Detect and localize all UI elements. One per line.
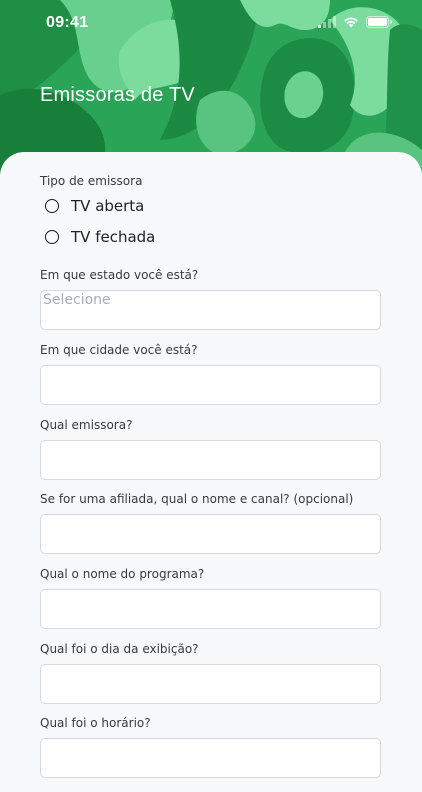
- radio-circle-icon[interactable]: [45, 230, 59, 244]
- broadcast-time-input[interactable]: [40, 738, 381, 778]
- city-label: Em que cidade você está?: [40, 343, 198, 357]
- program-name-input[interactable]: [40, 589, 381, 629]
- state-label: Em que estado você está?: [40, 268, 199, 282]
- state-select[interactable]: Selecione: [40, 290, 381, 330]
- header-banner: 09:41 Emissoras de TV: [0, 0, 422, 175]
- program-name-label: Qual o nome do programa?: [40, 567, 205, 581]
- status-icons: [318, 16, 392, 28]
- affiliate-label: Se for uma afiliada, qual o nome e canal…: [40, 492, 354, 506]
- broadcaster-type-label: Tipo de emissora: [40, 174, 143, 188]
- radio-tv-aberta[interactable]: TV aberta: [45, 197, 144, 215]
- cellular-signal-icon: [318, 16, 336, 28]
- broadcaster-label: Qual emissora?: [40, 418, 133, 432]
- broadcast-day-label: Qual foi o dia da exibição?: [40, 642, 199, 656]
- state-select-placeholder: Selecione: [43, 292, 111, 308]
- radio-circle-icon[interactable]: [45, 199, 59, 213]
- radio-label: TV fechada: [71, 228, 156, 246]
- battery-icon: [366, 16, 392, 28]
- status-bar: 09:41: [0, 0, 422, 46]
- form-sheet: Tipo de emissora TV aberta TV fechada Em…: [0, 152, 422, 792]
- broadcaster-input[interactable]: [40, 440, 381, 480]
- radio-tv-fechada[interactable]: TV fechada: [45, 228, 155, 246]
- broadcast-day-input[interactable]: [40, 664, 381, 704]
- status-time: 09:41: [46, 14, 89, 31]
- page-title: Emissoras de TV: [40, 84, 195, 106]
- broadcast-time-label: Qual foi o horário?: [40, 716, 151, 730]
- city-input[interactable]: [40, 365, 381, 405]
- radio-label: TV aberta: [71, 197, 145, 215]
- wifi-icon: [344, 17, 358, 28]
- affiliate-input[interactable]: [40, 514, 381, 554]
